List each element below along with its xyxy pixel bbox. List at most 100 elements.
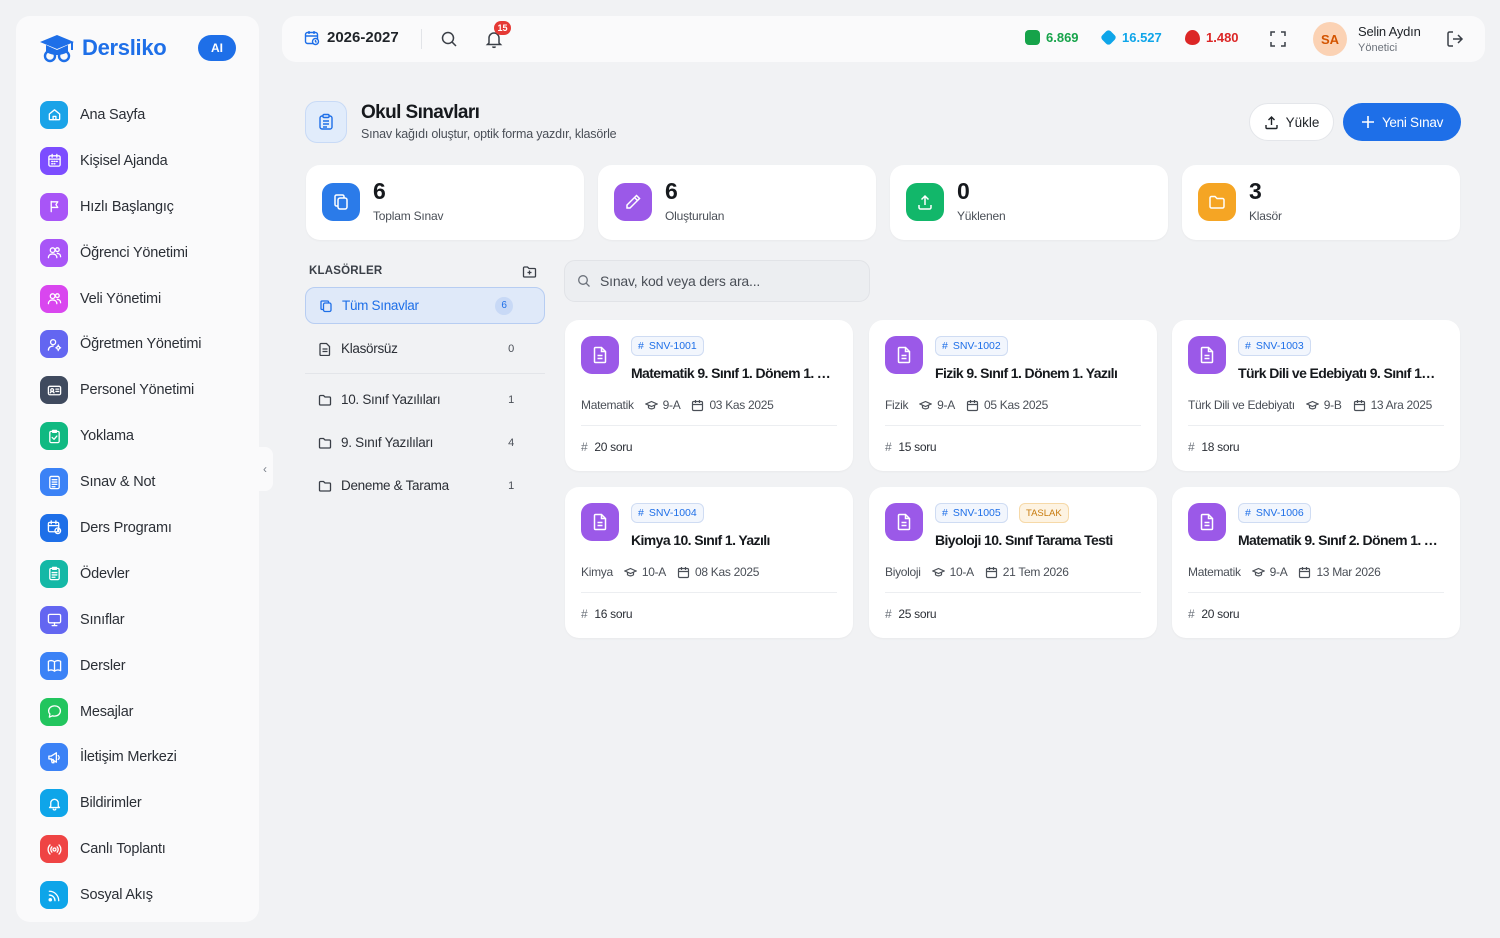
user-gear-icon <box>40 330 68 359</box>
exam-class-value: 10-A <box>641 565 666 579</box>
hash-icon: # <box>1188 440 1195 454</box>
exam-date: 13 Ara 2025 <box>1353 398 1432 412</box>
exam-card[interactable]: # SNV-1003 Türk Dili ve Edebiyatı 9. Sınıf… <box>1172 320 1460 471</box>
hash-icon: # <box>1245 340 1251 352</box>
blue-gem-counter[interactable]: 16.527 <box>1100 29 1162 46</box>
sidebar-item-ana-sayfa[interactable]: Ana Sayfa <box>40 92 240 138</box>
stat-value: 6 <box>373 178 386 204</box>
divider <box>581 425 837 426</box>
exam-card[interactable]: # SNV-1006 Matematik 9. Sınıf 2. Dönem 1. … <box>1172 487 1460 638</box>
search-icon[interactable] <box>440 30 458 48</box>
sidebar-item-canlı-toplantı[interactable]: Canlı Toplantı <box>40 826 240 872</box>
clipboard-list-icon <box>319 113 333 130</box>
exam-question-count: #20 soru <box>1188 607 1240 621</box>
green-gem-counter[interactable]: 6.869 <box>1025 30 1079 45</box>
sidebar-item-kişisel-ajanda[interactable]: Kişisel Ajanda <box>40 138 240 184</box>
stat-value: 6 <box>665 178 678 204</box>
search-icon <box>578 275 590 287</box>
upload-icon <box>906 183 944 221</box>
notification-badge: 15 <box>494 21 511 35</box>
folder-label: 10. Sınıf Yazılıları <box>341 392 441 407</box>
academic-year-selector[interactable]: 2026-2027 <box>304 29 399 46</box>
folder-item[interactable]: 9. Sınıf Yazılıları 4 <box>305 424 545 461</box>
exam-card[interactable]: # SNV-1005 TASLAK Biyoloji 10. Sınıf Tarama… <box>869 487 1157 638</box>
exam-card[interactable]: # SNV-1002 Fizik 9. Sınıf 1. Dönem 1. Yazı… <box>869 320 1157 471</box>
sidebar-item-öğrenci-yönetimi[interactable]: Öğrenci Yönetimi <box>40 230 240 276</box>
divider <box>885 592 1141 593</box>
sidebar-item-bildirimler[interactable]: Bildirimler <box>40 780 240 826</box>
sidebar-item-label: İletişim Merkezi <box>80 749 177 766</box>
user-name[interactable]: Selin Aydın <box>1358 24 1421 39</box>
sidebar-item-sınav-not[interactable]: Sınav & Not <box>40 459 240 505</box>
upload-label: Yükle <box>1285 114 1320 130</box>
exam-search[interactable] <box>564 260 870 302</box>
graduation-cap-icon <box>623 567 637 576</box>
stat-card-folders: 3 Klasör <box>1182 165 1460 240</box>
hash-icon: # <box>942 507 948 519</box>
exam-meta: Kimya 10-A 08 Kas 2025 <box>581 565 759 579</box>
sidebar-item-veli-yönetimi[interactable]: Veli Yönetimi <box>40 276 240 322</box>
file-text-icon <box>1188 336 1226 374</box>
sidebar-item-label: Ders Programı <box>80 519 172 536</box>
sidebar-collapse-button[interactable]: ‹ <box>257 447 273 491</box>
folder-item[interactable]: Deneme & Tarama 1 <box>305 467 545 504</box>
folder-icon <box>318 480 332 492</box>
question-count-value: 20 soru <box>1201 607 1240 621</box>
logout-icon[interactable] <box>1445 29 1465 49</box>
exam-meta: Matematik 9-A 03 Kas 2025 <box>581 398 774 412</box>
sidebar-item-label: Veli Yönetimi <box>80 290 161 307</box>
brand-name: Dersliko <box>82 35 167 60</box>
file-text-icon <box>885 336 923 374</box>
upload-button[interactable]: Yükle <box>1249 103 1334 141</box>
fire-value: 1.480 <box>1206 30 1239 45</box>
exam-card[interactable]: # SNV-1001 Matematik 9. Sınıf 1. Dönem 1. … <box>565 320 853 471</box>
sidebar-item-label: Kişisel Ajanda <box>80 152 168 169</box>
topbar: 2026-2027 15 6.869 16.527 1.480 SA Selin… <box>282 16 1485 62</box>
exam-title: Biyoloji 10. Sınıf Tarama Testi <box>935 532 1113 548</box>
sidebar-item-yoklama[interactable]: Yoklama <box>40 413 240 459</box>
exam-meta: Türk Dili ve Edebiyatı 9-B 13 Ara 2025 <box>1188 398 1432 412</box>
sidebar-item-sosyal-akış[interactable]: Sosyal Akış <box>40 872 240 918</box>
sidebar-item-öğretmen-yönetimi[interactable]: Öğretmen Yönetimi <box>40 321 240 367</box>
new-exam-button[interactable]: Yeni Sınav <box>1343 103 1461 141</box>
sidebar-item-personel-yönetimi[interactable]: Personel Yönetimi <box>40 367 240 413</box>
file-text-icon <box>581 336 619 374</box>
folder-item[interactable]: 10. Sınıf Yazılıları 1 <box>305 381 545 418</box>
file-text-icon <box>885 503 923 541</box>
exam-title: Kimya 10. Sınıf 1. Yazılı <box>631 532 770 548</box>
fullscreen-icon[interactable] <box>1269 30 1287 48</box>
search-input[interactable] <box>600 273 850 289</box>
hash-icon: # <box>581 440 588 454</box>
hash-icon: # <box>581 607 588 621</box>
sidebar-item-mesajlar[interactable]: Mesajlar <box>40 689 240 735</box>
sidebar-item-sınıflar[interactable]: Sınıflar <box>40 597 240 643</box>
folder-icon <box>1198 183 1236 221</box>
folder-plus-icon[interactable] <box>522 264 537 279</box>
folder-unfiled[interactable]: Klasörsüz 0 <box>305 330 545 367</box>
file-text-icon <box>1188 503 1226 541</box>
avatar[interactable]: SA <box>1313 22 1347 56</box>
sidebar-item-label: Sosyal Akış <box>80 887 153 904</box>
exam-question-count: #16 soru <box>581 607 633 621</box>
exam-card[interactable]: # SNV-1004 Kimya 10. Sınıf 1. Yazılı Kimya 1… <box>565 487 853 638</box>
exam-code-badge: # SNV-1005 <box>935 503 1008 523</box>
sidebar-item-ödevler[interactable]: Ödevler <box>40 551 240 597</box>
question-count-value: 18 soru <box>1201 440 1240 454</box>
exam-date-value: 13 Ara 2025 <box>1370 398 1433 412</box>
brand[interactable]: Dersliko <box>38 32 167 64</box>
exam-code: SNV-1006 <box>1255 507 1304 519</box>
sidebar-item-ders-programı[interactable]: Ders Programı <box>40 505 240 551</box>
sidebar-item-hızlı-başlangıç[interactable]: Hızlı Başlangıç <box>40 184 240 230</box>
sidebar-item-label: Sınıflar <box>80 611 125 628</box>
megaphone-icon <box>40 743 68 772</box>
hash-icon: # <box>638 507 644 519</box>
calendar-icon <box>40 146 68 175</box>
exam-date: 05 Kas 2025 <box>966 398 1048 412</box>
exam-date: 13 Mar 2026 <box>1298 565 1381 579</box>
sidebar-item-dersler[interactable]: Dersler <box>40 643 240 689</box>
sidebar-item-i-letişim-merkezi[interactable]: İletişim Merkezi <box>40 734 240 780</box>
folder-all-exams[interactable]: Tüm Sınavlar 6 <box>305 287 545 324</box>
ai-badge[interactable]: AI <box>198 35 236 61</box>
monitor-icon <box>40 605 68 634</box>
fire-counter[interactable]: 1.480 <box>1185 30 1239 45</box>
